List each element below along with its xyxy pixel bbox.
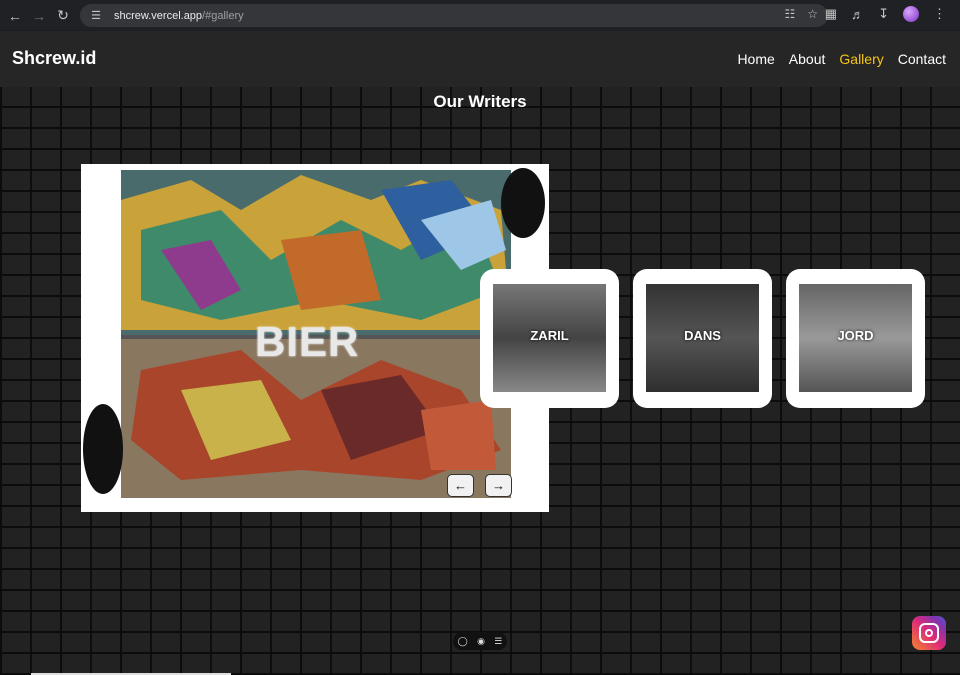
arrow-right-icon: → [492, 478, 505, 493]
site-header: Shcrew.id Home About Gallery Contact [0, 31, 960, 87]
thumb-image: ZARIL [493, 284, 606, 392]
graffiti-image: BIER [121, 170, 511, 498]
paint-splatter [83, 404, 123, 494]
writer-thumb-jord[interactable]: JORD [786, 269, 925, 408]
nav-home[interactable]: Home [737, 51, 774, 67]
visibility-icon[interactable]: ◉ [477, 636, 485, 647]
comment-icon[interactable]: ◯ [458, 636, 468, 647]
next-button[interactable]: → [485, 474, 512, 497]
writer-name-main: BIER [255, 318, 360, 365]
brand-logo[interactable]: Shcrew.id [12, 48, 96, 69]
instagram-icon[interactable] [912, 616, 946, 650]
prev-button[interactable]: ← [447, 474, 474, 497]
main-nav: Home About Gallery Contact [737, 51, 946, 67]
nav-about[interactable]: About [789, 51, 826, 67]
thumb-image: DANS [646, 284, 759, 392]
paint-splatter-top [501, 168, 545, 238]
media-control-icon[interactable]: ♬ [851, 7, 864, 22]
writer-name: ZARIL [530, 328, 569, 343]
address-bar[interactable]: ☰ shcrew.vercel.app/#gallery ☷ ☆ [80, 4, 828, 27]
browser-toolbar: ← → ↻ ☰ shcrew.vercel.app/#gallery ☷ ☆ ▦… [0, 0, 960, 31]
writer-thumb-dans[interactable]: DANS [633, 269, 772, 408]
download-icon[interactable]: ↧ [878, 6, 889, 22]
list-icon[interactable]: ☰ [494, 636, 502, 647]
nav-contact[interactable]: Contact [898, 51, 946, 67]
featured-writer-card[interactable]: BIER ← → [81, 164, 549, 512]
writer-name: DANS [684, 328, 721, 343]
nav-gallery[interactable]: Gallery [839, 51, 883, 67]
translate-icon[interactable]: ☷ [784, 7, 795, 21]
writer-name: JORD [837, 328, 874, 343]
back-icon[interactable]: ← [6, 7, 24, 25]
site-info-icon[interactable]: ☰ [88, 8, 104, 24]
menu-dots-icon[interactable]: ⋮ [933, 6, 946, 22]
forward-icon[interactable]: → [30, 7, 48, 25]
section-title: Our Writers [433, 92, 527, 111]
writer-thumb-zaril[interactable]: ZARIL [480, 269, 619, 408]
reload-icon[interactable]: ↻ [54, 7, 72, 25]
thumb-image: JORD [799, 284, 912, 392]
extensions-icon[interactable]: ▦ [825, 6, 837, 22]
url-text[interactable]: shcrew.vercel.app/#gallery [114, 10, 244, 22]
profile-avatar[interactable] [903, 6, 919, 22]
bookmark-star-icon[interactable]: ☆ [807, 7, 818, 21]
floating-toolbar: ◯ ◉ ☰ [453, 632, 507, 650]
arrow-left-icon: ← [454, 478, 467, 493]
